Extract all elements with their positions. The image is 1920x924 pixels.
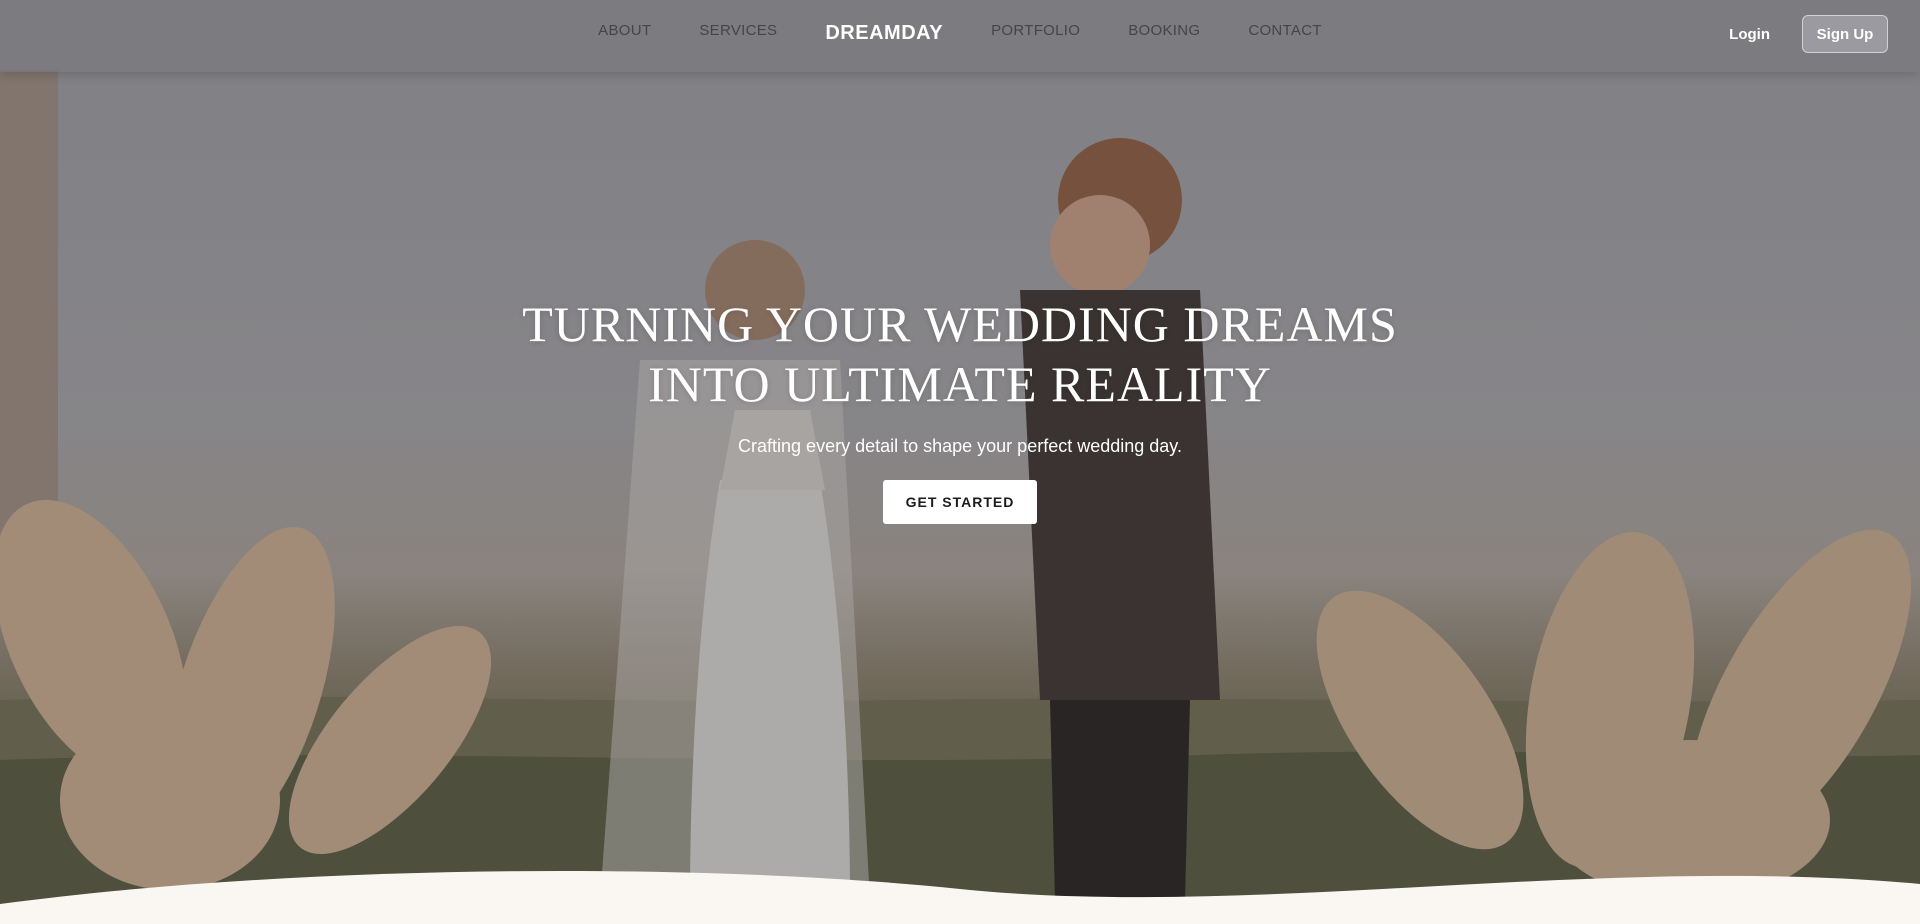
login-link[interactable]: Login: [1729, 26, 1770, 43]
main-nav: ABOUT SERVICES DREAMDAY PORTFOLIO BOOKIN…: [598, 16, 1322, 45]
nav-link-portfolio[interactable]: PORTFOLIO: [991, 22, 1080, 39]
hero-bottom-wave: [0, 870, 1920, 924]
nav-link-booking[interactable]: BOOKING: [1128, 22, 1200, 39]
hero-title-line-1: TURNING YOUR WEDDING DREAMS: [522, 296, 1398, 352]
hero-subtitle: Crafting every detail to shape your perf…: [738, 436, 1182, 456]
hero-content: TURNING YOUR WEDDING DREAMS INTO ULTIMAT…: [0, 294, 1920, 524]
nav-link-contact[interactable]: CONTACT: [1248, 22, 1321, 39]
nav-link-services[interactable]: SERVICES: [699, 22, 777, 39]
signup-button[interactable]: Sign Up: [1802, 15, 1888, 53]
auth-actions: Login Sign Up: [1729, 15, 1888, 53]
nav-link-about[interactable]: ABOUT: [598, 22, 651, 39]
brand-logo[interactable]: DREAMDAY: [825, 22, 943, 45]
top-navbar: ABOUT SERVICES DREAMDAY PORTFOLIO BOOKIN…: [0, 0, 1920, 72]
hero-title-line-2: INTO ULTIMATE REALITY: [648, 356, 1272, 412]
get-started-button[interactable]: GET STARTED: [883, 480, 1037, 524]
hero-title: TURNING YOUR WEDDING DREAMS INTO ULTIMAT…: [510, 294, 1410, 414]
